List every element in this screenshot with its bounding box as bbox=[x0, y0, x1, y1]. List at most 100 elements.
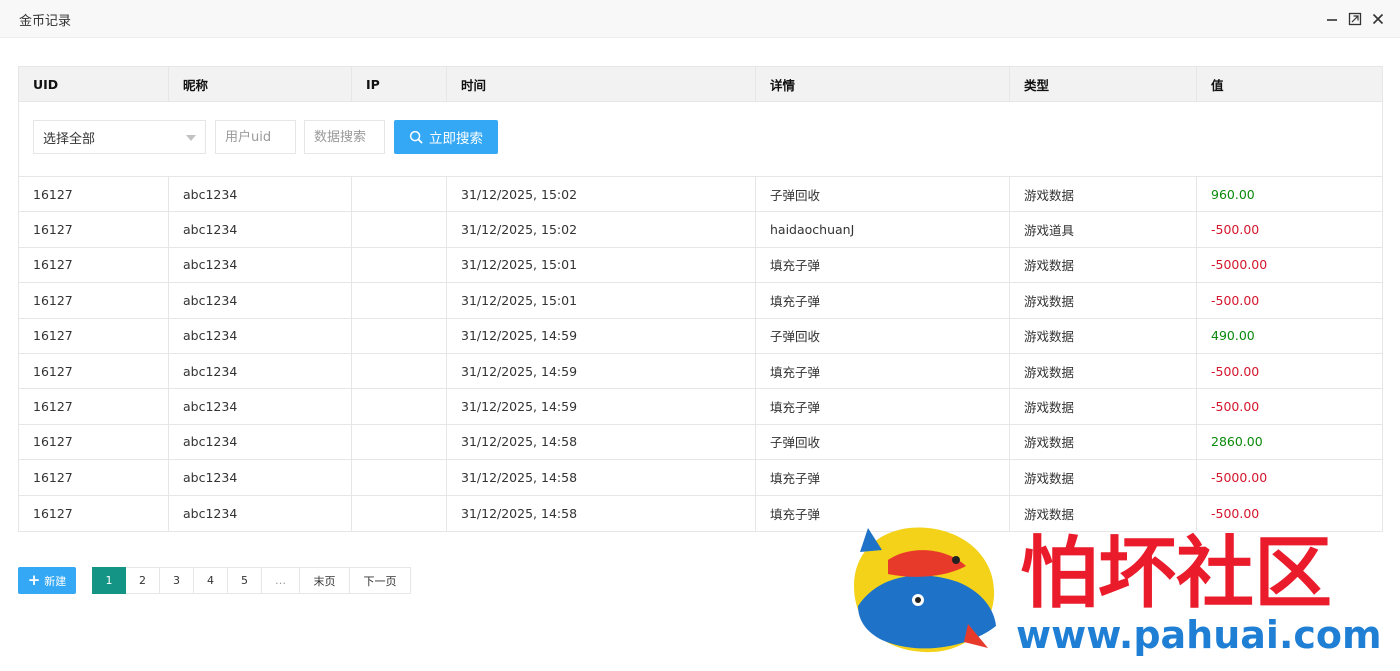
cell-detail: 填充子弹 bbox=[756, 283, 1010, 318]
cell-uid: 16127 bbox=[19, 212, 169, 247]
cell-value: -500.00 bbox=[1211, 505, 1260, 521]
close-icon[interactable] bbox=[1370, 11, 1386, 27]
cell-type: 游戏数据 bbox=[1010, 283, 1197, 318]
plus-icon: + bbox=[27, 571, 41, 589]
cell-detail: 填充子弹 bbox=[756, 353, 1010, 389]
cell-nickname: abc1234 bbox=[169, 353, 352, 389]
cell-type: 游戏数据 bbox=[1010, 353, 1197, 389]
type-select-value: 选择全部 bbox=[43, 131, 96, 147]
table-row: 16127 abc1234 31/12/2025, 14:59 填充子弹 游戏数据 -50… bbox=[19, 353, 1382, 390]
header-type: 类型 bbox=[1010, 67, 1197, 101]
cell-uid: 16127 bbox=[19, 389, 169, 424]
table-header: UID 昵称 IP 时间 详情 类型 值 bbox=[19, 67, 1382, 102]
cell-detail: 子弹回收 bbox=[756, 177, 1010, 212]
table-row: 16127 abc1234 31/12/2025, 15:02 子弹回收 游戏数据 960… bbox=[19, 177, 1382, 213]
pagination: 1 2 3 4 5… 末页 下一页 bbox=[92, 567, 411, 594]
table-row: 16127 abc1234 31/12/2025, 14:59 子弹回收 游戏数据 490… bbox=[19, 318, 1382, 354]
header-detail: 详情 bbox=[756, 67, 1010, 101]
header-time: 时间 bbox=[447, 67, 756, 101]
cell-ip bbox=[352, 389, 447, 424]
coin-records-table: UID 昵称 IP 时间 详情 类型 值 选择全部 16127abc123431… bbox=[18, 66, 1383, 532]
search-button[interactable]: 立即搜索 bbox=[394, 120, 498, 154]
cell-detail: 填充子弹 bbox=[756, 495, 1010, 531]
window-titlebar: 金币记录 bbox=[0, 0, 1400, 38]
cell-ip bbox=[352, 283, 447, 318]
cell-uid: 16127 bbox=[19, 353, 169, 389]
cell-ip bbox=[352, 318, 447, 353]
cell-time: 31/12/2025, 14:58 bbox=[447, 495, 756, 531]
watermark-brand-text: 怕坏社区 bbox=[1020, 529, 1332, 619]
cell-ip bbox=[352, 460, 447, 495]
cell-type: 游戏数据 bbox=[1010, 318, 1197, 353]
table-row: 16127 abc1234 31/12/2025, 14:59 填充子弹 游戏数据 -50… bbox=[19, 389, 1382, 425]
cell-type: 游戏数据 bbox=[1010, 424, 1197, 460]
uid-input[interactable] bbox=[215, 120, 296, 154]
cell-time: 31/12/2025, 14:59 bbox=[447, 353, 756, 389]
page-5-button[interactable]: 5 bbox=[228, 567, 262, 594]
fish-logo-icon bbox=[854, 527, 996, 653]
table-body: 16127 abc1234 31/12/2025, 15:02 子弹回收 游戏数据 960… bbox=[19, 177, 1382, 531]
cell-ip bbox=[352, 247, 447, 283]
next-page-button[interactable]: 下一页 bbox=[350, 567, 411, 594]
cell-detail: 填充子弹 bbox=[756, 247, 1010, 283]
cell-time: 31/12/2025, 15:02 bbox=[447, 177, 756, 212]
maximize-icon[interactable] bbox=[1347, 11, 1363, 27]
cell-type: 游戏数据 bbox=[1010, 495, 1197, 531]
cell-nickname: abc1234 bbox=[169, 495, 352, 531]
cell-uid: 16127 bbox=[19, 460, 169, 495]
cell-nickname: abc1234 bbox=[169, 212, 352, 247]
cell-value: 2860.00 bbox=[1211, 434, 1263, 450]
watermark-url-text: www.pahuai.com bbox=[1016, 613, 1380, 657]
cell-uid: 16127 bbox=[19, 177, 169, 212]
page-2-button[interactable]: 2 bbox=[126, 567, 160, 594]
cell-type: 游戏数据 bbox=[1010, 389, 1197, 424]
cell-ip bbox=[352, 495, 447, 531]
cell-ip bbox=[352, 424, 447, 460]
cell-time: 31/12/2025, 14:59 bbox=[447, 389, 756, 424]
cell-time: 31/12/2025, 14:59 bbox=[447, 318, 756, 353]
page-4-button[interactable]: 4 bbox=[194, 567, 228, 594]
cell-time: 31/12/2025, 15:02 bbox=[447, 212, 756, 247]
cell-value: -500.00 bbox=[1211, 292, 1260, 308]
cell-value: -500.00 bbox=[1211, 363, 1260, 379]
minimize-icon[interactable] bbox=[1324, 11, 1340, 27]
cell-ip bbox=[352, 353, 447, 389]
type-select[interactable]: 选择全部 bbox=[33, 120, 206, 154]
new-button[interactable]: + 新建 bbox=[18, 567, 76, 594]
header-uid: UID bbox=[19, 67, 169, 101]
cell-type: 游戏数据 bbox=[1010, 177, 1197, 212]
cell-uid: 16127 bbox=[19, 495, 169, 531]
cell-detail: 填充子弹 bbox=[756, 389, 1010, 424]
cell-detail: 子弹回收 bbox=[756, 318, 1010, 353]
cell-nickname: abc1234 bbox=[169, 424, 352, 460]
cell-detail: 填充子弹 bbox=[756, 460, 1010, 495]
cell-time: 31/12/2025, 15:01 bbox=[447, 283, 756, 318]
cell-nickname: abc1234 bbox=[169, 177, 352, 212]
data-search-input[interactable] bbox=[304, 120, 385, 154]
cell-value: -5000.00 bbox=[1211, 257, 1268, 273]
cell-ip bbox=[352, 212, 447, 247]
cell-detail: 子弹回收 bbox=[756, 424, 1010, 460]
cell-value: -5000.00 bbox=[1211, 469, 1268, 485]
cell-value: 960.00 bbox=[1211, 186, 1255, 202]
cell-uid: 16127 bbox=[19, 424, 169, 460]
cell-nickname: abc1234 bbox=[169, 389, 352, 424]
page-3-button[interactable]: 3 bbox=[160, 567, 194, 594]
table-row: 16127 abc1234 31/12/2025, 15:01 填充子弹 游戏数据 -50… bbox=[19, 283, 1382, 319]
cell-uid: 16127 bbox=[19, 247, 169, 283]
cell-detail: haidaochuanJ bbox=[756, 212, 1010, 247]
cell-nickname: abc1234 bbox=[169, 318, 352, 353]
cell-type: 游戏数据 bbox=[1010, 460, 1197, 495]
page-1-button[interactable]: 1 bbox=[92, 567, 126, 594]
chevron-down-icon bbox=[186, 135, 196, 141]
search-icon bbox=[409, 130, 423, 144]
table-row: 16127 abc1234 31/12/2025, 14:58 子弹回收 游戏数据 286… bbox=[19, 424, 1382, 461]
header-ip: IP bbox=[352, 67, 447, 101]
new-button-label: 新建 bbox=[44, 574, 67, 588]
table-row: 16127 abc1234 31/12/2025, 15:01 填充子弹 游戏数据 -50… bbox=[19, 247, 1382, 284]
last-page-button[interactable]: 末页 bbox=[300, 567, 350, 594]
window-title: 金币记录 bbox=[19, 14, 72, 29]
header-nickname: 昵称 bbox=[169, 67, 352, 101]
page-ellipsis: … bbox=[262, 567, 300, 594]
cell-value: -500.00 bbox=[1211, 222, 1260, 238]
